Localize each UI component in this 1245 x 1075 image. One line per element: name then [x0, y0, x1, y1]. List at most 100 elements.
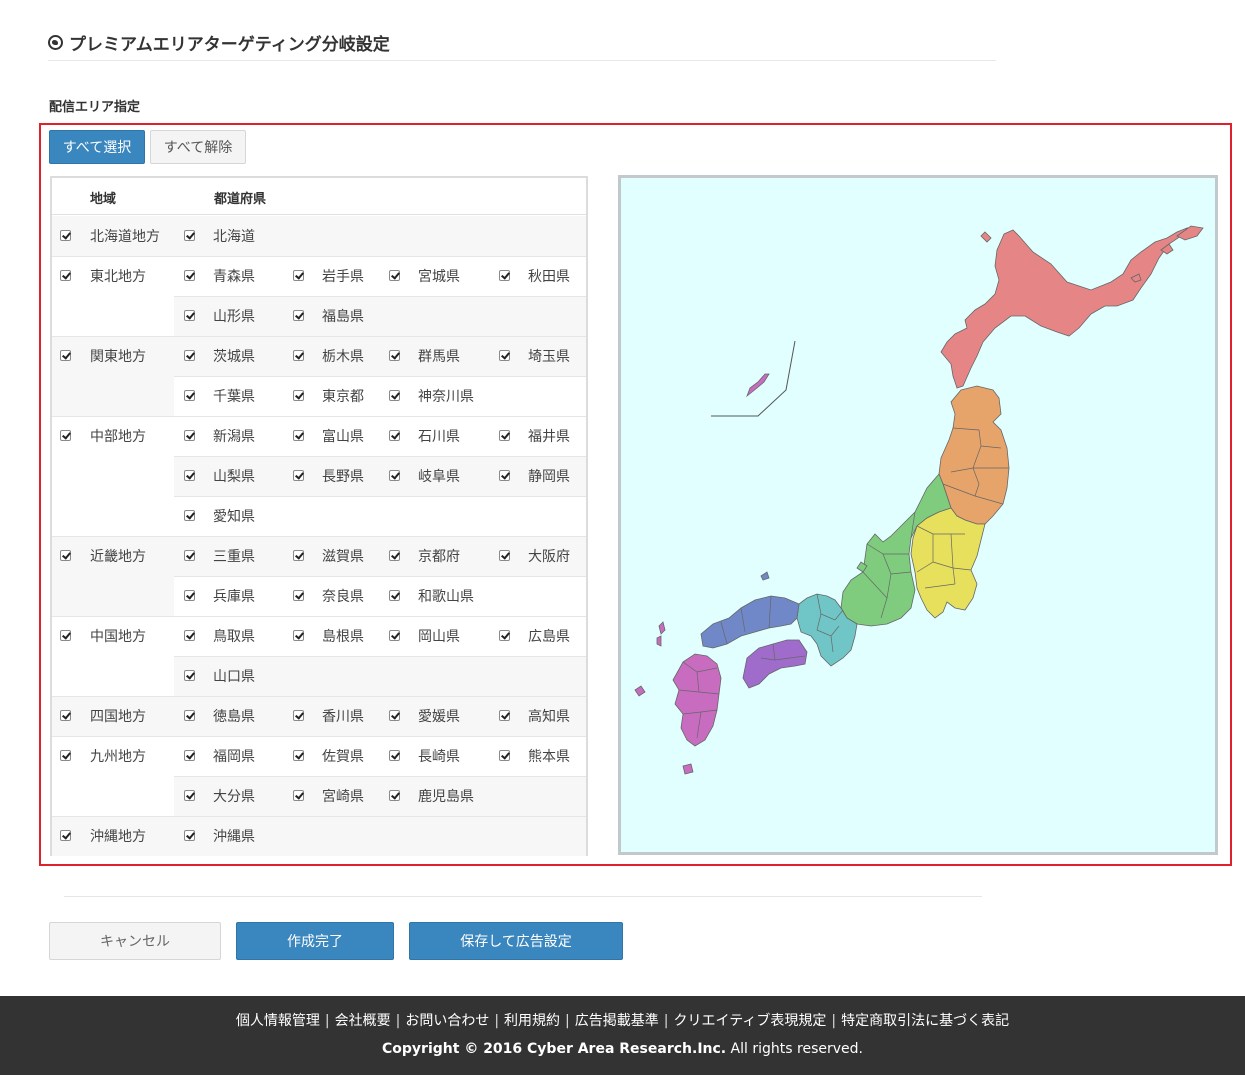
prefecture-checkbox[interactable] — [293, 550, 304, 561]
prefecture-checkbox[interactable] — [293, 390, 304, 401]
region-label: 沖縄地方 — [90, 829, 146, 845]
prefecture-checkbox[interactable] — [184, 350, 195, 361]
region-checkbox[interactable] — [60, 350, 71, 361]
prefecture-checkbox[interactable] — [184, 510, 195, 521]
prefecture-checkbox[interactable] — [499, 630, 510, 641]
region-kanto[interactable] — [910, 507, 986, 619]
prefecture-checkbox[interactable] — [293, 590, 304, 601]
footer-link[interactable]: お問い合わせ — [405, 1013, 489, 1029]
prefecture-checkbox[interactable] — [184, 830, 195, 841]
copyright-text: Copyright © 2016 Cyber Area Research.Inc… — [382, 1041, 727, 1057]
region-checkbox[interactable] — [60, 750, 71, 761]
region-checkbox[interactable] — [60, 830, 71, 841]
prefecture-checkbox[interactable] — [184, 270, 195, 281]
footer-link[interactable]: 特定商取引法に基づく表記 — [841, 1013, 1009, 1029]
prefecture-label: 茨城県 — [213, 349, 255, 365]
prefecture-checkbox[interactable] — [499, 470, 510, 481]
prefecture-checkbox[interactable] — [499, 350, 510, 361]
prefecture-checkbox[interactable] — [184, 230, 195, 241]
copyright: Copyright © 2016 Cyber Area Research.Inc… — [0, 1041, 1245, 1057]
complete-button[interactable]: 作成完了 — [236, 922, 394, 960]
region-checkbox[interactable] — [60, 230, 71, 241]
prefecture-checkbox[interactable] — [389, 390, 400, 401]
prefecture-checkbox[interactable] — [293, 270, 304, 281]
prefecture-checkbox[interactable] — [389, 550, 400, 561]
prefecture-checkbox[interactable] — [293, 710, 304, 721]
footer-link[interactable]: 広告掲載基準 — [575, 1013, 659, 1029]
region-checkbox[interactable] — [60, 430, 71, 441]
prefecture-label: 福井県 — [528, 429, 570, 445]
prefecture-checkbox[interactable] — [389, 430, 400, 441]
region-separator — [52, 616, 586, 617]
footer-link[interactable]: 個人情報管理 — [236, 1013, 320, 1029]
prefecture-checkbox[interactable] — [293, 790, 304, 801]
cancel-button[interactable]: キャンセル — [49, 922, 221, 960]
prefecture-checkbox[interactable] — [389, 750, 400, 761]
prefecture-checkbox[interactable] — [389, 790, 400, 801]
region-label: 九州地方 — [90, 749, 146, 765]
prefecture-checkbox[interactable] — [293, 350, 304, 361]
prefecture-checkbox[interactable] — [389, 630, 400, 641]
save-and-ad-settings-button[interactable]: 保存して広告設定 — [409, 922, 623, 960]
region-kyushu[interactable] — [672, 653, 722, 747]
prefecture-checkbox[interactable] — [499, 550, 510, 561]
prefecture-checkbox[interactable] — [499, 750, 510, 761]
footer: 個人情報管理 | 会社概要 | お問い合わせ | 利用規約 | 広告掲載基準 | クリエイティブ表現… — [0, 996, 1245, 1075]
prefecture-checkbox[interactable] — [184, 550, 195, 561]
region-label: 四国地方 — [90, 709, 146, 725]
region-checkbox[interactable] — [60, 550, 71, 561]
prefecture-checkbox[interactable] — [389, 270, 400, 281]
prefecture-checkbox[interactable] — [389, 590, 400, 601]
region-separator — [52, 416, 586, 417]
rishiri-island — [980, 231, 992, 243]
prefecture-label: 和歌山県 — [418, 589, 474, 605]
region-checkbox[interactable] — [60, 630, 71, 641]
select-all-button[interactable]: すべて選択 — [49, 130, 145, 164]
prefecture-checkbox[interactable] — [184, 590, 195, 601]
prefecture-label: 佐賀県 — [322, 749, 364, 765]
row-separator — [174, 456, 586, 457]
prefecture-checkbox[interactable] — [293, 630, 304, 641]
prefecture-label: 奈良県 — [322, 589, 364, 605]
prefecture-checkbox[interactable] — [184, 710, 195, 721]
prefecture-checkbox[interactable] — [499, 430, 510, 441]
prefecture-checkbox[interactable] — [184, 470, 195, 481]
prefecture-checkbox[interactable] — [293, 310, 304, 321]
page-title-text: プレミアムエリアターゲティング分岐設定 — [69, 35, 390, 55]
prefecture-checkbox[interactable] — [293, 470, 304, 481]
prefecture-checkbox[interactable] — [184, 750, 195, 761]
prefecture-checkbox[interactable] — [184, 390, 195, 401]
prefecture-checkbox[interactable] — [499, 710, 510, 721]
prefecture-checkbox[interactable] — [499, 270, 510, 281]
region-separator — [52, 736, 586, 737]
prefecture-checkbox[interactable] — [293, 430, 304, 441]
okinawa-shape[interactable] — [746, 373, 770, 398]
region-separator — [52, 816, 586, 817]
prefecture-checkbox[interactable] — [389, 350, 400, 361]
region-checkbox[interactable] — [60, 710, 71, 721]
globe-icon — [48, 35, 63, 50]
region-checkbox[interactable] — [60, 270, 71, 281]
deselect-all-button[interactable]: すべて解除 — [150, 130, 246, 164]
prefecture-checkbox[interactable] — [389, 710, 400, 721]
footer-link[interactable]: 利用規約 — [504, 1013, 560, 1029]
prefecture-checkbox[interactable] — [293, 750, 304, 761]
prefecture-checkbox[interactable] — [389, 470, 400, 481]
prefecture-checkbox[interactable] — [184, 430, 195, 441]
footer-link[interactable]: クリエイティブ表現規定 — [673, 1013, 826, 1029]
prefecture-checkbox[interactable] — [184, 310, 195, 321]
prefecture-label: 福岡県 — [213, 749, 255, 765]
region-separator — [52, 536, 586, 537]
region-hokkaido[interactable] — [940, 227, 1189, 389]
region-shikoku[interactable] — [742, 639, 808, 689]
prefecture-label: 長野県 — [322, 469, 364, 485]
region-separator — [52, 696, 586, 697]
region-chugoku[interactable] — [700, 595, 800, 649]
prefecture-checkbox[interactable] — [184, 630, 195, 641]
prefecture-checkbox[interactable] — [184, 790, 195, 801]
region-separator — [52, 256, 586, 257]
japan-map-svg — [634, 225, 1204, 775]
prefecture-label: 山口県 — [213, 669, 255, 685]
footer-link[interactable]: 会社概要 — [335, 1013, 391, 1029]
prefecture-checkbox[interactable] — [184, 670, 195, 681]
